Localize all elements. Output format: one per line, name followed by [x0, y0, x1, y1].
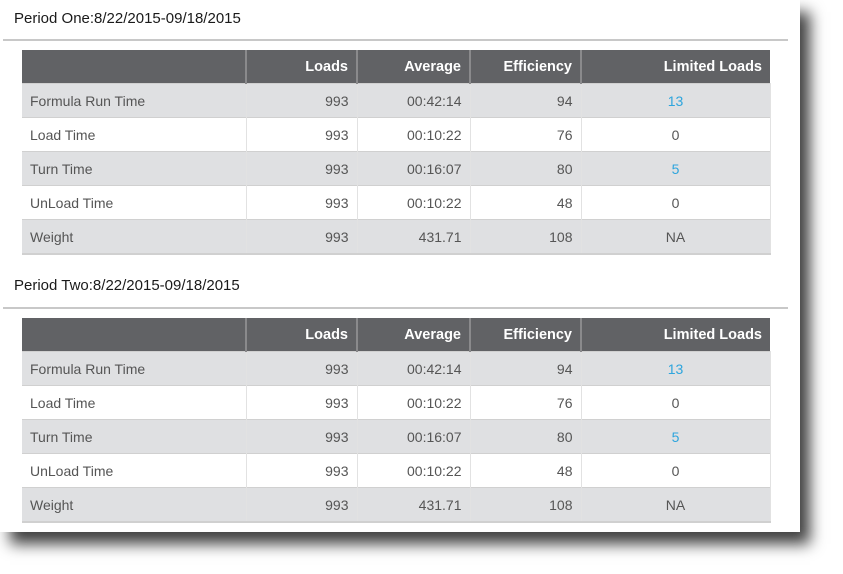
- efficiency-cell: 80: [470, 151, 582, 186]
- limited-loads-value: 0: [671, 194, 680, 211]
- report-panel: Period One:8/22/2015-09/18/2015 Loads Av…: [0, 0, 800, 532]
- efficiency-cell: 108: [470, 219, 582, 255]
- column-header-metric[interactable]: [22, 50, 247, 84]
- average-cell: 431.71: [357, 219, 471, 255]
- limited-loads-value: 0: [671, 462, 680, 479]
- limited-loads-cell: 13: [581, 351, 771, 386]
- period-one-table: Loads Average Efficiency Limited Loads F…: [22, 50, 771, 255]
- average-cell: 00:42:14: [357, 351, 471, 386]
- limited-loads-cell: 13: [581, 83, 771, 118]
- loads-cell: 993: [246, 185, 358, 220]
- period-two-title: Period Two:8/22/2015-09/18/2015: [14, 277, 240, 294]
- limited-loads-cell: 0: [581, 385, 771, 420]
- limited-loads-value: NA: [665, 228, 686, 245]
- limited-loads-link[interactable]: 13: [668, 361, 684, 377]
- loads-cell: 993: [246, 83, 358, 118]
- metric-label-cell: Turn Time: [22, 151, 247, 186]
- loads-cell: 993: [246, 453, 358, 488]
- average-cell: 00:42:14: [357, 83, 471, 118]
- table-row: Load Time 993 00:10:22 76 0: [22, 385, 771, 420]
- efficiency-cell: 80: [470, 419, 582, 454]
- efficiency-cell: 94: [470, 351, 582, 386]
- limited-loads-cell: 5: [581, 151, 771, 186]
- column-header-efficiency[interactable]: Efficiency: [470, 318, 582, 352]
- metric-label-cell: Formula Run Time: [22, 351, 247, 386]
- limited-loads-cell: NA: [581, 487, 771, 523]
- table-row: Weight 993 431.71 108 NA: [22, 487, 771, 523]
- limited-loads-cell: 5: [581, 419, 771, 454]
- limited-loads-cell: 0: [581, 185, 771, 220]
- average-cell: 00:10:22: [357, 185, 471, 220]
- average-cell: 00:16:07: [357, 419, 471, 454]
- period-one-title: Period One:8/22/2015-09/18/2015: [14, 10, 241, 27]
- loads-cell: 993: [246, 419, 358, 454]
- table-row: Formula Run Time 993 00:42:14 94 13: [22, 351, 771, 386]
- column-header-loads[interactable]: Loads: [246, 50, 358, 84]
- limited-loads-link[interactable]: 5: [672, 161, 680, 177]
- loads-cell: 993: [246, 385, 358, 420]
- limited-loads-value: NA: [665, 496, 686, 513]
- average-cell: 00:10:22: [357, 385, 471, 420]
- metric-label-cell: Formula Run Time: [22, 83, 247, 118]
- column-header-loads[interactable]: Loads: [246, 318, 358, 352]
- efficiency-cell: 76: [470, 385, 582, 420]
- limited-loads-value: 0: [671, 394, 680, 411]
- period-one-divider: [3, 39, 788, 41]
- limited-loads-cell: NA: [581, 219, 771, 255]
- loads-cell: 993: [246, 219, 358, 255]
- loads-cell: 993: [246, 151, 358, 186]
- column-header-efficiency[interactable]: Efficiency: [470, 50, 582, 84]
- efficiency-cell: 108: [470, 487, 582, 523]
- period-two-divider: [3, 307, 788, 309]
- metric-label-cell: UnLoad Time: [22, 185, 247, 220]
- efficiency-cell: 76: [470, 117, 582, 152]
- limited-loads-cell: 0: [581, 453, 771, 488]
- limited-loads-link[interactable]: 5: [672, 429, 680, 445]
- average-cell: 00:10:22: [357, 453, 471, 488]
- limited-loads-value: 0: [671, 126, 680, 143]
- efficiency-cell: 48: [470, 453, 582, 488]
- average-cell: 431.71: [357, 487, 471, 523]
- period-two-table: Loads Average Efficiency Limited Loads F…: [22, 318, 771, 523]
- loads-cell: 993: [246, 487, 358, 523]
- loads-cell: 993: [246, 351, 358, 386]
- column-header-metric[interactable]: [22, 318, 247, 352]
- table-row: Load Time 993 00:10:22 76 0: [22, 117, 771, 152]
- limited-loads-link[interactable]: 13: [668, 93, 684, 109]
- metric-label-cell: Load Time: [22, 117, 247, 152]
- limited-loads-cell: 0: [581, 117, 771, 152]
- average-cell: 00:10:22: [357, 117, 471, 152]
- table-row: Turn Time 993 00:16:07 80 5: [22, 419, 771, 454]
- metric-label-cell: Weight: [22, 487, 247, 523]
- metric-label-cell: Turn Time: [22, 419, 247, 454]
- metric-label-cell: Load Time: [22, 385, 247, 420]
- efficiency-cell: 48: [470, 185, 582, 220]
- table-row: Formula Run Time 993 00:42:14 94 13: [22, 83, 771, 118]
- metric-label-cell: UnLoad Time: [22, 453, 247, 488]
- column-header-average[interactable]: Average: [357, 318, 471, 352]
- table-row: Turn Time 993 00:16:07 80 5: [22, 151, 771, 186]
- column-header-limited-loads[interactable]: Limited Loads: [581, 50, 770, 84]
- efficiency-cell: 94: [470, 83, 582, 118]
- table-row: Weight 993 431.71 108 NA: [22, 219, 771, 255]
- metric-label-cell: Weight: [22, 219, 247, 255]
- column-header-limited-loads[interactable]: Limited Loads: [581, 318, 770, 352]
- loads-cell: 993: [246, 117, 358, 152]
- table-row: UnLoad Time 993 00:10:22 48 0: [22, 185, 771, 220]
- column-header-average[interactable]: Average: [357, 50, 471, 84]
- table-header-row: Loads Average Efficiency Limited Loads: [22, 50, 770, 84]
- table-header-row: Loads Average Efficiency Limited Loads: [22, 318, 770, 352]
- table-row: UnLoad Time 993 00:10:22 48 0: [22, 453, 771, 488]
- average-cell: 00:16:07: [357, 151, 471, 186]
